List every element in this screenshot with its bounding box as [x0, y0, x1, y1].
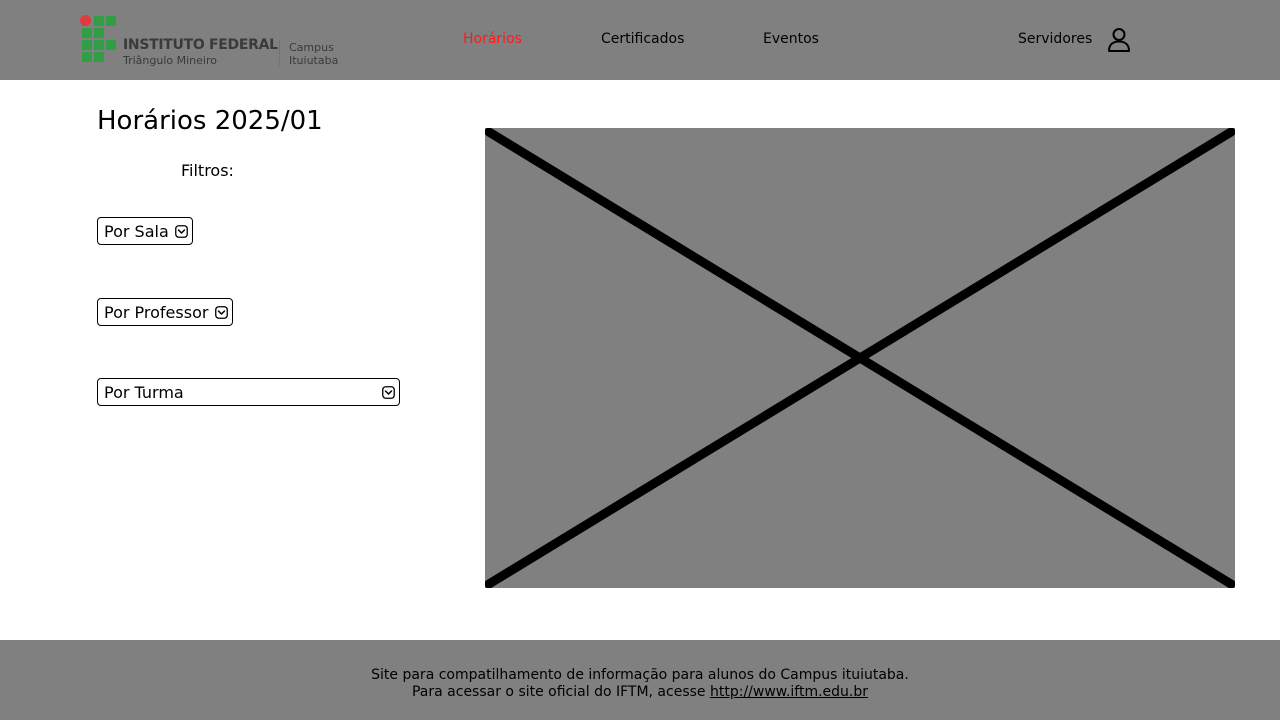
filter-select-turma[interactable]: Por Turma: [97, 378, 400, 406]
site-header: INSTITUTO FEDERAL Triângulo Mineiro Camp…: [0, 0, 1280, 80]
logo-square: [94, 28, 104, 38]
chevron-down-icon: [382, 386, 395, 399]
filter-select-sala-value: Por Sala: [104, 222, 169, 241]
logo-grid-icon: [80, 14, 120, 66]
nav-item-horarios[interactable]: Horários: [463, 31, 522, 47]
servidores-link[interactable]: Servidores: [1018, 31, 1092, 47]
logo-square: [106, 40, 116, 50]
logo-square: [82, 28, 92, 38]
user-icon[interactable]: [1106, 27, 1132, 53]
page-title: Horários 2025/01: [97, 106, 323, 136]
footer-iftm-link[interactable]: http://www.iftm.edu.br: [710, 684, 868, 700]
filter-select-professor-value: Por Professor: [104, 303, 209, 322]
logo-institution-name: INSTITUTO FEDERAL: [123, 37, 278, 53]
iftm-logo[interactable]: INSTITUTO FEDERAL Triângulo Mineiro Camp…: [80, 14, 340, 68]
nav-item-eventos[interactable]: Eventos: [763, 31, 819, 47]
footer-info-text: Site para compatilhamento de informação …: [371, 667, 909, 683]
logo-campus: Campus Ituiutaba: [289, 41, 338, 67]
footer-link-prefix: Para acessar o site oficial do IFTM, ace…: [411, 684, 710, 700]
logo-institution-subtitle: Triângulo Mineiro: [123, 54, 217, 67]
filters-label: Filtros:: [181, 161, 234, 180]
site-footer: Site para compatilhamento de informação …: [0, 640, 1280, 720]
logo-red-dot: [80, 15, 91, 26]
logo-square: [82, 52, 92, 62]
logo-square: [82, 40, 92, 50]
logo-square: [94, 52, 104, 62]
chevron-down-icon: [175, 225, 188, 238]
chevron-down-icon: [215, 306, 228, 319]
image-placeholder-cross-icon: [485, 128, 1235, 588]
nav-item-certificados[interactable]: Certificados: [601, 31, 684, 47]
filter-select-professor[interactable]: Por Professor: [97, 298, 233, 326]
logo-square: [106, 16, 116, 26]
logo-square: [94, 16, 104, 26]
footer-link-line: Para acessar o site oficial do IFTM, ace…: [0, 684, 1280, 700]
filter-select-sala[interactable]: Por Sala: [97, 217, 193, 245]
logo-campus-line1: Campus: [289, 41, 334, 54]
logo-square: [94, 40, 104, 50]
logo-divider: [279, 40, 280, 66]
page: INSTITUTO FEDERAL Triângulo Mineiro Camp…: [0, 0, 1280, 720]
filter-select-turma-value: Por Turma: [104, 383, 184, 402]
schedule-image-placeholder: [485, 128, 1235, 588]
logo-campus-line2: Ituiutaba: [289, 54, 339, 67]
